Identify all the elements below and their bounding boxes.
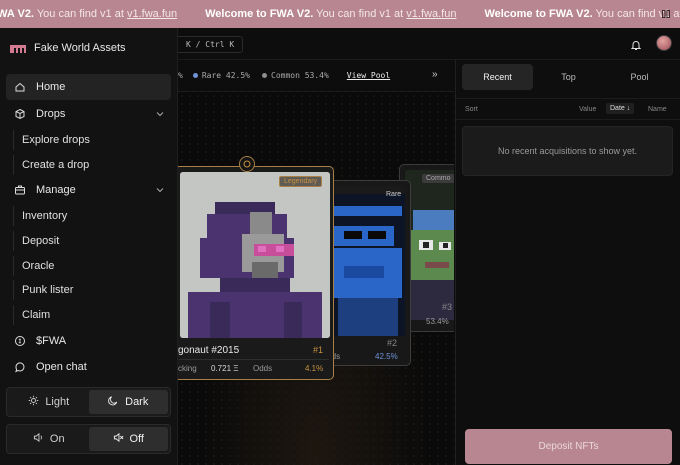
sort-bar: Sort Value Date ↓ Name — [456, 98, 680, 120]
home-icon — [14, 81, 26, 93]
card-number: #1 — [313, 345, 324, 355]
nft-card-legendary[interactable]: Legendary gonaut #2015 #1 cking 0.721 Ξ … — [178, 166, 334, 380]
card-stat-label: cking — [178, 364, 197, 373]
banner-link[interactable]: v1.fwa.fun — [406, 8, 456, 20]
sort-name-button[interactable]: Name — [648, 106, 667, 113]
sidebar-item-oracle[interactable]: Oracle — [13, 256, 54, 276]
theme-light-button[interactable]: Light — [9, 390, 89, 414]
sidebar-item-label: Manage — [36, 184, 76, 196]
empty-state: No recent acquisitions to show yet. — [462, 126, 673, 176]
sun-icon — [28, 395, 39, 409]
sidebar-item-label: Open chat — [36, 361, 87, 373]
sidebar-item-inventory[interactable]: Inventory — [13, 206, 67, 226]
card-odds: 4.1% — [305, 364, 324, 373]
sidebar-item-label: $FWA — [36, 335, 67, 347]
rarity-badge: Commo — [422, 174, 454, 183]
banner-pause-icon[interactable] — [658, 6, 674, 22]
rarity-badge: Rare — [386, 191, 402, 198]
card-art — [180, 172, 330, 338]
sidebar-item-manage[interactable]: Manage — [6, 177, 171, 203]
bell-icon[interactable] — [630, 38, 642, 50]
sidebar-item-drops[interactable]: Drops — [6, 101, 171, 127]
fwa-logo-icon — [10, 45, 26, 53]
card-odds: 42.5% — [375, 352, 398, 361]
sidebar-item-punk-lister[interactable]: Punk lister — [13, 280, 73, 300]
box-icon — [14, 108, 26, 120]
sidebar-item-home[interactable]: Home — [6, 74, 171, 100]
sidebar-item-deposit[interactable]: Deposit — [13, 231, 59, 251]
volume-icon — [33, 432, 44, 446]
tab-recent[interactable]: Recent — [462, 64, 533, 90]
chevrons-right-icon[interactable]: » — [432, 69, 438, 80]
activity-tabs: Recent Top Pool — [462, 64, 675, 90]
sound-on-button[interactable]: On — [9, 427, 89, 451]
sidebar-item-label: Home — [36, 81, 66, 93]
rarity-badge: Legendary — [279, 176, 323, 187]
sort-label: Sort — [465, 106, 478, 113]
sidebar: Fake World Assets Home Drops Explore dro… — [0, 28, 178, 465]
activity-panel: Recent Top Pool Sort Value Date ↓ Name N… — [455, 60, 680, 465]
deposit-nfts-button[interactable]: Deposit NFTs — [465, 429, 672, 464]
pack-carousel: Commo #3 53.4% Rare #2 42.5% Legendary g… — [178, 92, 454, 465]
stat-rare: Rare 42.5% — [192, 71, 250, 80]
chat-icon — [14, 361, 26, 373]
card-number: #2 — [387, 338, 398, 348]
banner-message: me to FWA V2. You can find v1 at v1.fwa.… — [0, 8, 178, 20]
chevron-down-icon — [155, 109, 165, 119]
coin-icon — [14, 335, 26, 347]
chevron-down-icon — [155, 185, 165, 195]
stat-common: Common 53.4% — [262, 71, 329, 80]
moon-icon — [108, 395, 119, 409]
card-number: #3 — [442, 302, 453, 312]
brand[interactable]: Fake World Assets — [10, 42, 126, 54]
sidebar-item-create-drop[interactable]: Create a drop — [13, 155, 89, 175]
banner-message: Welcome to FWA V2. You can find v1 at v1… — [205, 8, 457, 20]
app-shell: K / Ctrl K % Rare 42.5% Common 53.4% Vie… — [0, 28, 680, 465]
top-bar: K / Ctrl K — [178, 28, 680, 60]
card-title: gonaut #2015 — [178, 345, 240, 356]
sidebar-item-fwa[interactable]: $FWA — [6, 328, 171, 354]
announcement-banner: me to FWA V2. You can find v1 at v1.fwa.… — [0, 0, 680, 28]
theme-dark-button[interactable]: Dark — [88, 390, 168, 414]
card-odds-label: Odds — [253, 364, 273, 373]
volume-mute-icon — [113, 432, 124, 446]
rare-dot-icon — [192, 73, 198, 78]
common-dot-icon — [262, 73, 267, 78]
view-pool-link[interactable]: View Pool — [347, 71, 390, 80]
banner-message: Welcome to FWA V2. You can find v1 at — [484, 8, 680, 20]
pool-stats: % Rare 42.5% Common 53.4% View Pool » — [178, 60, 454, 92]
sound-off-button[interactable]: Off — [88, 427, 168, 451]
sidebar-item-label: Drops — [36, 108, 66, 120]
card-art — [324, 186, 405, 336]
sound-toggle: On Off — [6, 424, 171, 454]
sort-date-button[interactable]: Date ↓ — [606, 103, 635, 114]
stat-first: % — [178, 71, 183, 80]
briefcase-icon — [14, 184, 26, 196]
brand-name: Fake World Assets — [34, 42, 126, 54]
card-art — [405, 170, 454, 320]
sidebar-item-explore-drops[interactable]: Explore drops — [13, 130, 90, 150]
card-odds: 53.4% — [426, 317, 449, 326]
tab-pool[interactable]: Pool — [604, 64, 675, 90]
sidebar-item-claim[interactable]: Claim — [13, 305, 50, 325]
search-shortcut[interactable]: K / Ctrl K — [178, 36, 244, 53]
sort-value-button[interactable]: Value — [579, 106, 596, 113]
card-value: 0.721 Ξ — [211, 364, 239, 373]
banner-link[interactable]: v1.fwa.fun — [127, 8, 177, 20]
pack-icon — [239, 156, 255, 172]
sidebar-item-open-chat[interactable]: Open chat — [6, 354, 171, 380]
avatar[interactable] — [656, 35, 672, 51]
theme-toggle: Light Dark — [6, 387, 171, 417]
tab-top[interactable]: Top — [533, 64, 604, 90]
